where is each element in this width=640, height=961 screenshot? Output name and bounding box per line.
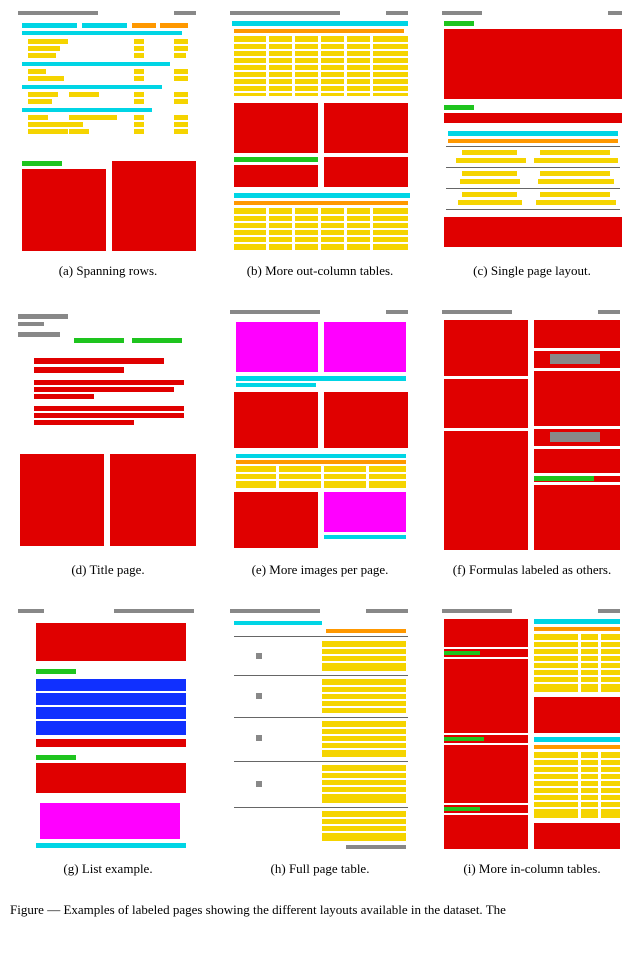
panel-d-image: [13, 307, 203, 552]
caption-a: (a) Spanning rows.: [59, 263, 158, 279]
panel-h-image: [225, 606, 415, 851]
figure-footer: Figure — Examples of labeled pages showi…: [0, 899, 640, 919]
panel-a-image: [13, 8, 203, 253]
caption-f: (f) Formulas labeled as others.: [453, 562, 611, 578]
caption-d: (d) Title page.: [71, 562, 144, 578]
panel-d: (d) Title page.: [8, 307, 208, 596]
panel-i-image: [437, 606, 627, 851]
panel-h: (h) Full page table.: [220, 606, 420, 895]
panel-e: (e) More images per page.: [220, 307, 420, 596]
panel-i: (i) More in-column tables.: [432, 606, 632, 895]
figure-grid: (a) Spanning rows.: [0, 0, 640, 899]
panel-c-image: [437, 8, 627, 253]
panel-f: (f) Formulas labeled as others.: [432, 307, 632, 596]
panel-a: (a) Spanning rows.: [8, 8, 208, 297]
caption-i: (i) More in-column tables.: [463, 861, 600, 877]
caption-h: (h) Full page table.: [271, 861, 370, 877]
panel-f-image: [437, 307, 627, 552]
caption-e: (e) More images per page.: [252, 562, 389, 578]
panel-e-image: [225, 307, 415, 552]
panel-b-image: [225, 8, 415, 253]
caption-b: (b) More out-column tables.: [247, 263, 394, 279]
caption-c: (c) Single page layout.: [473, 263, 591, 279]
caption-g: (g) List example.: [63, 861, 152, 877]
panel-c: (c) Single page layout.: [432, 8, 632, 297]
panel-b: (b) More out-column tables.: [220, 8, 420, 297]
panel-g-image: [13, 606, 203, 851]
panel-g: (g) List example.: [8, 606, 208, 895]
